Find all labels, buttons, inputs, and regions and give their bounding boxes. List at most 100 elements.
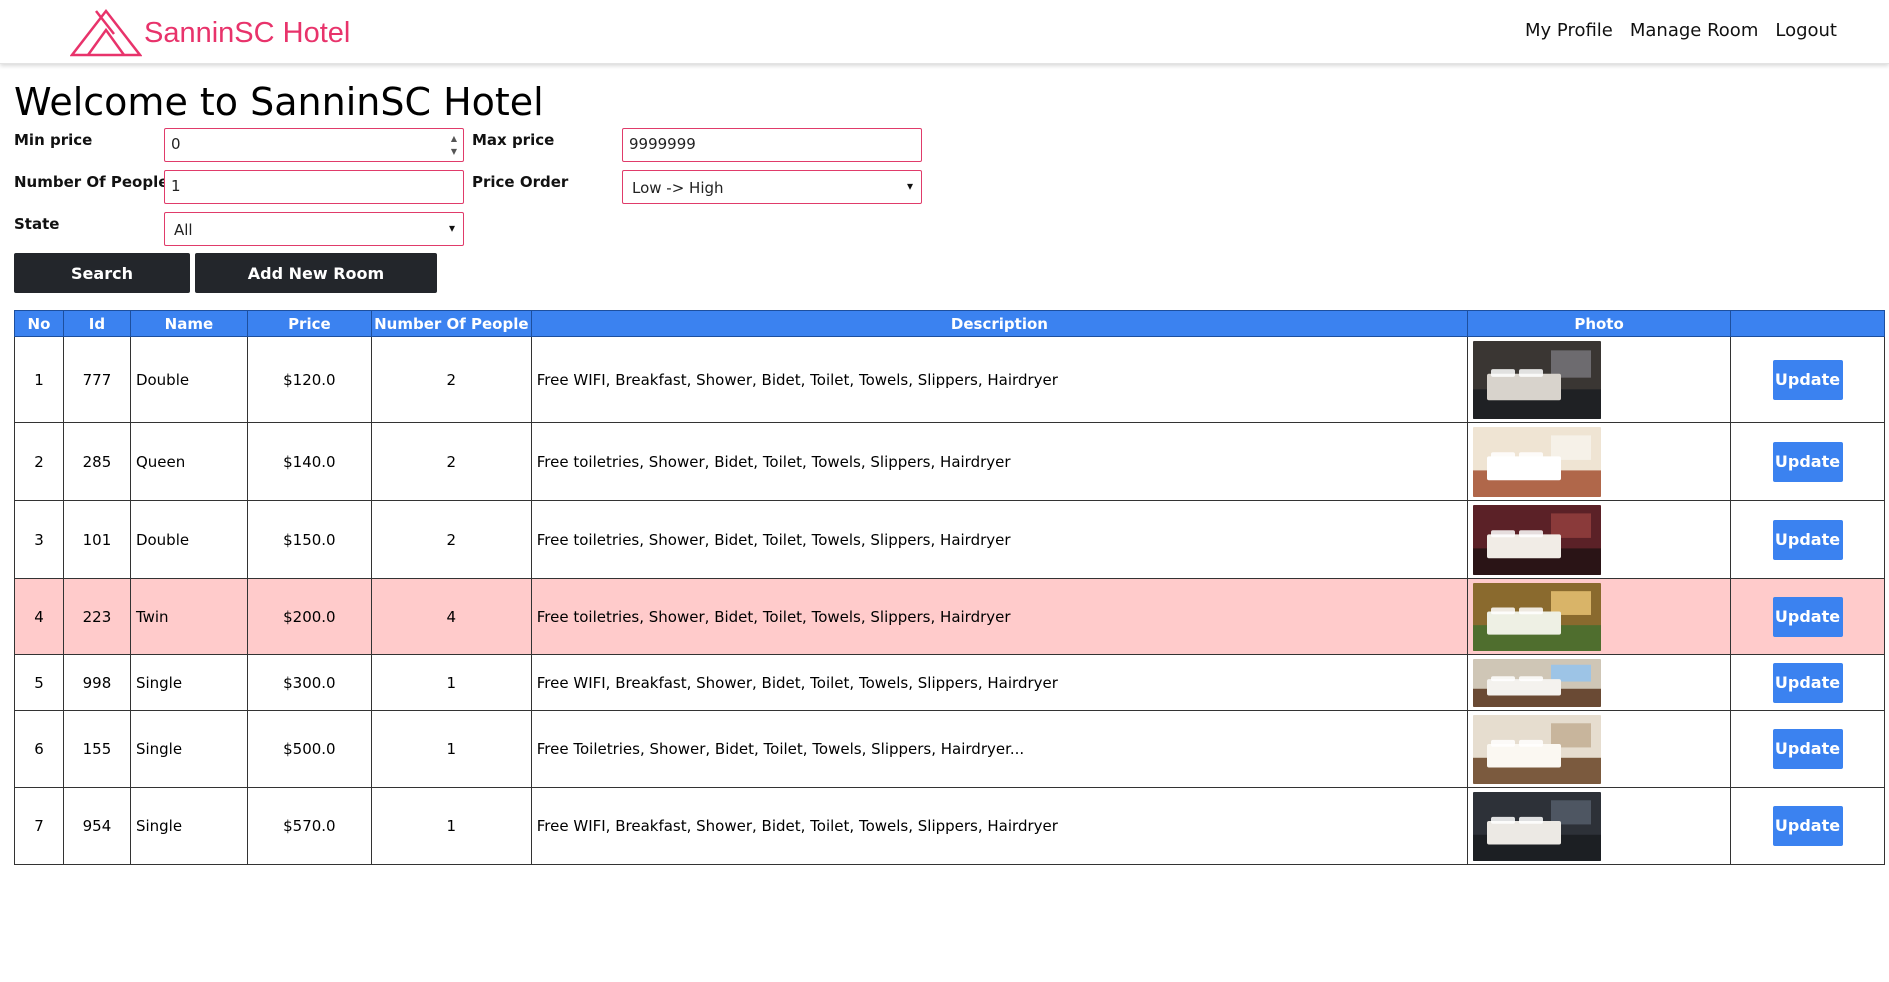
cell-photo (1467, 787, 1731, 865)
cell-price: $140.0 (246, 422, 372, 501)
cell-name: Twin (129, 578, 248, 655)
brand-name: SanninSC Hotel (144, 16, 351, 49)
table-row: 4 223 Twin $200.0 4 Free toiletries, Shower, … (14, 578, 1885, 655)
cell-no: 2 (14, 422, 64, 501)
room-photo (1473, 791, 1602, 861)
cell-people: 1 (370, 787, 532, 865)
cell-name: Single (129, 787, 248, 865)
people-label: Number Of People (14, 173, 169, 191)
cell-people: 2 (370, 500, 532, 579)
nav-my-profile[interactable]: My Profile (1525, 20, 1613, 41)
cell-no: 4 (14, 578, 64, 655)
people-input[interactable]: 1 (164, 170, 464, 204)
cell-name: Double (129, 336, 248, 423)
search-button[interactable]: Search (14, 253, 190, 293)
col-header-price: Price (246, 310, 372, 337)
min-price-value: 0 (171, 135, 181, 153)
table-row: 7 954 Single $570.0 1 Free WIFI, Breakfast, S… (14, 787, 1885, 865)
col-header-action (1730, 310, 1885, 337)
price-order-value: Low -> High (632, 179, 724, 197)
update-button[interactable]: Update (1772, 441, 1843, 482)
cell-description: Free WIFI, Breakfast, Shower, Bidet, Toi… (530, 336, 1469, 423)
state-value: All (174, 221, 193, 239)
cell-name: Single (129, 654, 248, 711)
top-navbar: SanninSC Hotel My Profile Manage Room Lo… (0, 0, 1889, 64)
hotel-logo-icon (70, 8, 142, 57)
cell-photo (1467, 654, 1731, 711)
table-row: 6 155 Single $500.0 1 Free Toiletries, Shower… (14, 710, 1885, 788)
col-header-no: No (14, 310, 64, 337)
cell-no: 6 (14, 710, 64, 788)
update-button[interactable]: Update (1772, 662, 1843, 703)
cell-photo (1467, 422, 1731, 501)
room-photo (1473, 582, 1602, 651)
spinner-down-icon[interactable]: ▼ (451, 147, 457, 156)
max-price-input[interactable]: 9999999 (622, 128, 922, 162)
cell-id: 223 (62, 578, 131, 655)
cell-people: 2 (370, 422, 532, 501)
cell-id: 101 (62, 500, 131, 579)
update-button[interactable]: Update (1772, 806, 1843, 846)
cell-price: $300.0 (246, 654, 372, 711)
cell-no: 3 (14, 500, 64, 579)
cell-price: $570.0 (246, 787, 372, 865)
table-row: 5 998 Single $300.0 1 Free WIFI, Breakfast, S… (14, 654, 1885, 711)
room-photo (1473, 340, 1602, 419)
cell-id: 155 (62, 710, 131, 788)
cell-action: Update (1730, 654, 1885, 711)
state-label: State (14, 215, 60, 233)
brand-logo[interactable]: SanninSC Hotel (70, 8, 350, 58)
cell-description: Free toiletries, Shower, Bidet, Toilet, … (530, 422, 1469, 501)
add-new-room-button[interactable]: Add New Room (195, 253, 437, 293)
cell-price: $200.0 (246, 578, 372, 655)
cell-id: 285 (62, 422, 131, 501)
update-button[interactable]: Update (1772, 729, 1843, 769)
price-order-select[interactable]: Low -> High ▾ (622, 170, 922, 204)
cell-action: Update (1730, 422, 1885, 501)
table-row: 2 285 Queen $140.0 2 Free toiletries, Shower,… (14, 422, 1885, 501)
min-price-label: Min price (14, 131, 93, 149)
nav-links: My Profile Manage Room Logout (1525, 20, 1837, 41)
room-photo (1473, 504, 1602, 575)
rooms-table: No Id Name Price Number Of People Descri… (14, 310, 1885, 865)
cell-action: Update (1730, 336, 1885, 423)
cell-no: 5 (14, 654, 64, 711)
cell-people: 1 (370, 710, 532, 788)
cell-name: Single (129, 710, 248, 788)
chevron-down-icon: ▾ (906, 179, 913, 193)
cell-people: 4 (370, 578, 532, 655)
cell-people: 1 (370, 654, 532, 711)
cell-photo (1467, 710, 1731, 788)
cell-description: Free toiletries, Shower, Bidet, Toilet, … (530, 578, 1469, 655)
cell-price: $120.0 (246, 336, 372, 423)
spinner-up-icon[interactable]: ▲ (451, 134, 457, 143)
cell-photo (1467, 578, 1731, 655)
nav-manage-room[interactable]: Manage Room (1630, 20, 1758, 41)
col-header-people: Number Of People (370, 310, 532, 337)
table-row: 3 101 Double $150.0 2 Free toiletries, Shower… (14, 500, 1885, 579)
min-price-input[interactable]: 0 ▲ ▼ (164, 128, 464, 162)
cell-name: Queen (129, 422, 248, 501)
update-button[interactable]: Update (1772, 519, 1843, 560)
update-button[interactable]: Update (1772, 359, 1843, 400)
people-value: 1 (171, 177, 181, 195)
cell-action: Update (1730, 787, 1885, 865)
state-select[interactable]: All ▾ (164, 212, 464, 246)
cell-id: 954 (62, 787, 131, 865)
col-header-name: Name (129, 310, 248, 337)
cell-action: Update (1730, 578, 1885, 655)
col-header-photo: Photo (1467, 310, 1731, 337)
cell-description: Free Toiletries, Shower, Bidet, Toilet, … (530, 710, 1469, 788)
nav-logout[interactable]: Logout (1775, 20, 1837, 41)
room-photo (1473, 658, 1602, 707)
col-header-description: Description (530, 310, 1469, 337)
cell-action: Update (1730, 710, 1885, 788)
page-title: Welcome to SanninSC Hotel (14, 80, 544, 124)
col-header-id: Id (62, 310, 131, 337)
update-button[interactable]: Update (1772, 596, 1843, 637)
table-header-row: No Id Name Price Number Of People Descri… (14, 310, 1885, 337)
room-photo (1473, 426, 1602, 497)
cell-id: 777 (62, 336, 131, 423)
table-row: 1 777 Double $120.0 2 Free WIFI, Breakfast, S… (14, 336, 1885, 423)
number-spinner[interactable]: ▲ ▼ (449, 134, 459, 156)
